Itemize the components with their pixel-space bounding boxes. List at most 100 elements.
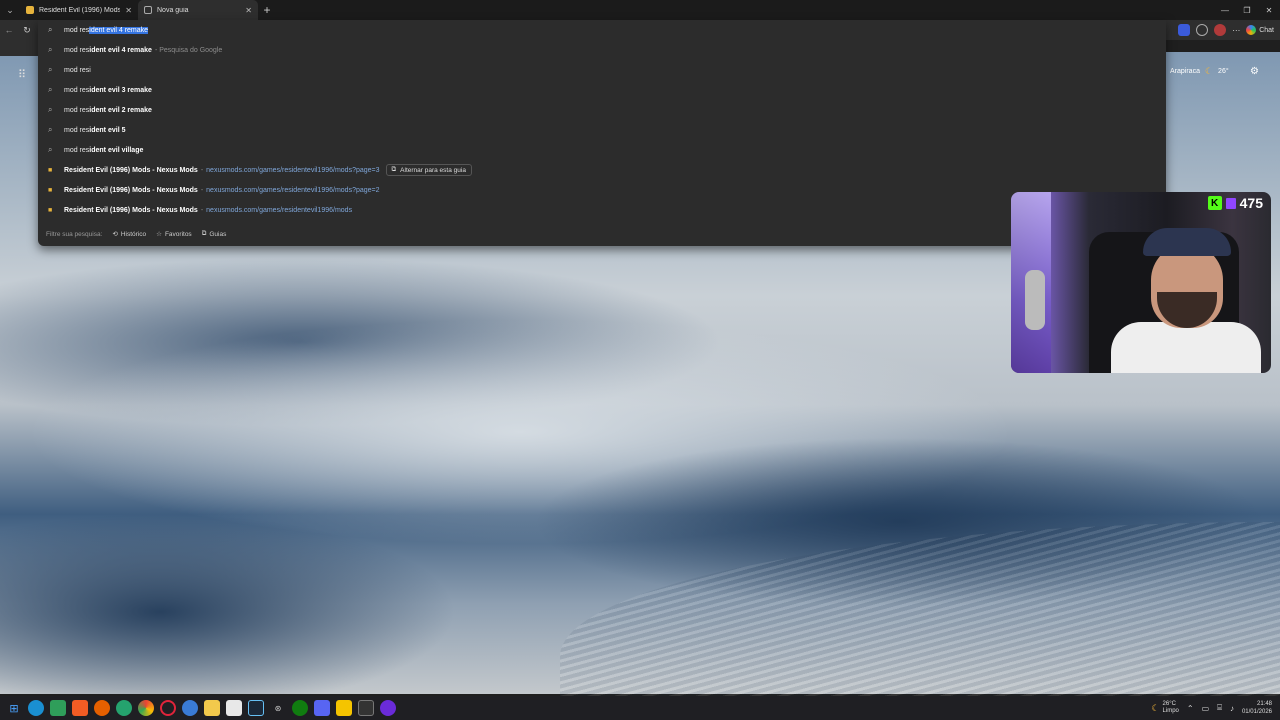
suggestion-item[interactable]: ⌕ mod resi	[38, 60, 1166, 80]
brave-icon[interactable]	[72, 700, 88, 716]
xbox-icon[interactable]	[292, 700, 308, 716]
chevron-up-icon[interactable]: ⌃	[1187, 704, 1194, 713]
folder-icon[interactable]	[204, 700, 220, 716]
copilot-chat-button[interactable]: Chat	[1246, 25, 1274, 35]
suggestion-prefix: mod resi	[64, 66, 91, 74]
filter-chip-tabs[interactable]: ⧉ Guias	[202, 230, 227, 238]
refresh-icon[interactable]: ↻	[18, 25, 36, 36]
system-tray: ☾ 26°C Limpo ⌃ ▭ ⌸ ♪ 21:48 01/01/2026	[1151, 700, 1280, 716]
opera-icon[interactable]	[160, 700, 176, 716]
terminal-icon[interactable]	[358, 700, 374, 716]
twitch-icon	[1225, 197, 1236, 209]
address-bar[interactable]: ⌕ mod res ident evil 4 remake	[38, 20, 1166, 40]
chip-label: Favoritos	[164, 230, 192, 238]
streamer-cap	[1143, 228, 1231, 256]
taskbar-apps: ⊞ ⊛	[0, 700, 396, 716]
suggestion-item[interactable]: ⌕ mod res ident evil 2 remake	[38, 100, 1166, 120]
suggestion-item[interactable]: ⌕ mod res ident evil village	[38, 140, 1166, 160]
streamer-shirt	[1111, 322, 1261, 373]
suggestion-item[interactable]: ⌕ mod res ident evil 5	[38, 120, 1166, 140]
history-result-item[interactable]: ■ Resident Evil (1996) Mods - Nexus Mods…	[38, 180, 1166, 200]
tab-new-tab[interactable]: Nova guia ✕	[138, 0, 258, 20]
volume-icon[interactable]: ♪	[1230, 704, 1234, 713]
webcam-overlay: K 475	[1011, 192, 1271, 373]
viewer-count-badge: K 475	[1207, 195, 1263, 211]
tab-strip: ⌄ Resident Evil (1996) Mods - Nexus Mods…	[0, 0, 1280, 20]
history-result-item[interactable]: ■ Resident Evil (1996) Mods - Nexus Mods…	[38, 160, 1166, 180]
suggestion-prefix: mod res	[64, 106, 90, 114]
suggestion-item[interactable]: ⌕ mod res ident evil 4 remake - Pesquisa …	[38, 40, 1166, 60]
filter-chip-favorites[interactable]: ☆ Favoritos	[156, 230, 192, 239]
clock-date: 01/01/2026	[1241, 709, 1272, 715]
profile-avatar[interactable]	[1214, 24, 1227, 36]
taskbar-temp: 26°C	[1162, 701, 1176, 707]
chip-label: Histórico	[120, 230, 147, 238]
tab-actions-icon[interactable]: ⌄	[0, 0, 20, 20]
taskbar-weather-desc: Limpo	[1162, 708, 1179, 714]
windows-start-icon[interactable]: ⊞	[6, 700, 22, 716]
alien-figurine	[1025, 270, 1045, 330]
copilot-app-icon[interactable]	[182, 700, 198, 716]
more-options-icon[interactable]: ⋯	[1232, 26, 1240, 35]
chat-bubble-icon[interactable]: ▭	[1202, 704, 1210, 713]
windows-taskbar: ⊞ ⊛ ☾ 26°C Limpo ⌃ ▭ ⌸ ♪ 21:48 01/01/202…	[0, 696, 1280, 720]
firefox-icon[interactable]	[94, 700, 110, 716]
network-icon[interactable]: ⌸	[1217, 703, 1222, 713]
history-title: Resident Evil (1996) Mods - Nexus Mods	[64, 206, 198, 214]
close-window-icon[interactable]: ✕	[1258, 6, 1280, 15]
suggestion-prefix: mod res	[64, 126, 90, 134]
separator: -	[200, 166, 204, 174]
new-tab-plus-icon[interactable]: +	[258, 3, 276, 17]
filter-chip-history[interactable]: ⟲ Histórico	[112, 230, 147, 239]
nexus-favicon-icon: ■	[48, 206, 53, 214]
new-tab-favicon-icon	[144, 6, 152, 14]
clock-time: 21:48	[1256, 701, 1272, 707]
tabs-icon: ⧉	[201, 230, 207, 237]
weather-temp: 26°	[1218, 68, 1229, 75]
moon-icon: ☾	[1151, 702, 1160, 713]
switch-to-tab-button[interactable]: ⧉ Alternar para esta guia	[385, 164, 472, 176]
search-icon: ⌕	[48, 45, 53, 54]
history-result-item[interactable]: ■ Resident Evil (1996) Mods - Nexus Mods…	[38, 200, 1166, 220]
notes-icon[interactable]	[336, 700, 352, 716]
separator: -	[200, 206, 204, 214]
filter-label: Filtre sua pesquisa:	[46, 230, 103, 238]
edge-dev-icon[interactable]	[116, 700, 132, 716]
discord-icon[interactable]	[314, 700, 330, 716]
search-icon: ⌕	[48, 85, 53, 94]
widgets-icon[interactable]	[50, 700, 66, 716]
apps-grid-icon[interactable]: ⠿	[18, 68, 26, 81]
obs-icon[interactable]	[380, 700, 396, 716]
nexus-favicon-icon: ■	[48, 186, 53, 194]
close-icon[interactable]: ✕	[245, 6, 252, 15]
close-icon[interactable]: ✕	[125, 6, 132, 15]
steam-icon[interactable]	[248, 700, 264, 716]
clock[interactable]: 21:48 01/01/2026	[1242, 700, 1272, 716]
suggestion-bold: ident evil village	[89, 146, 144, 154]
dune-ripples	[560, 522, 1280, 720]
edge-icon[interactable]	[28, 700, 44, 716]
tab-nexus-mods[interactable]: Resident Evil (1996) Mods - Nexus Mods ✕	[20, 0, 138, 20]
nexus-favicon-icon	[26, 6, 34, 14]
store-icon[interactable]	[226, 700, 242, 716]
suggestion-item[interactable]: ⌕ mod res ident evil 3 remake	[38, 80, 1166, 100]
extension-icon[interactable]	[1178, 24, 1191, 36]
taskbar-weather[interactable]: ☾ 26°C Limpo	[1151, 701, 1178, 715]
switch-tab-icon: ⧉	[391, 166, 397, 173]
gear-icon[interactable]: ⚙	[1250, 66, 1259, 77]
sync-icon[interactable]	[1196, 24, 1209, 36]
back-arrow-icon[interactable]: ←	[0, 25, 18, 35]
omnibox-dropdown: ⌕ mod res ident evil 4 remake ⌕ mod res id…	[38, 20, 1166, 246]
history-title: Resident Evil (1996) Mods - Nexus Mods	[64, 166, 198, 174]
restore-icon[interactable]: ❐	[1236, 6, 1258, 15]
search-icon: ⌕	[48, 25, 53, 34]
history-url: nexusmods.com/games/residentevil1996/mod…	[206, 186, 380, 194]
controller-icon[interactable]: ⊛	[270, 700, 286, 716]
weather-widget[interactable]: Arapiraca ☾ 26°	[1170, 66, 1229, 77]
suggestion-bold: ident evil 5	[89, 126, 126, 134]
suggestion-prefix: mod res	[64, 46, 90, 54]
switch-tab-label: Alternar para esta guia	[400, 166, 466, 174]
kick-icon: K	[1207, 196, 1222, 210]
chrome-icon[interactable]	[138, 700, 154, 716]
minimize-icon[interactable]: —	[1214, 6, 1236, 15]
